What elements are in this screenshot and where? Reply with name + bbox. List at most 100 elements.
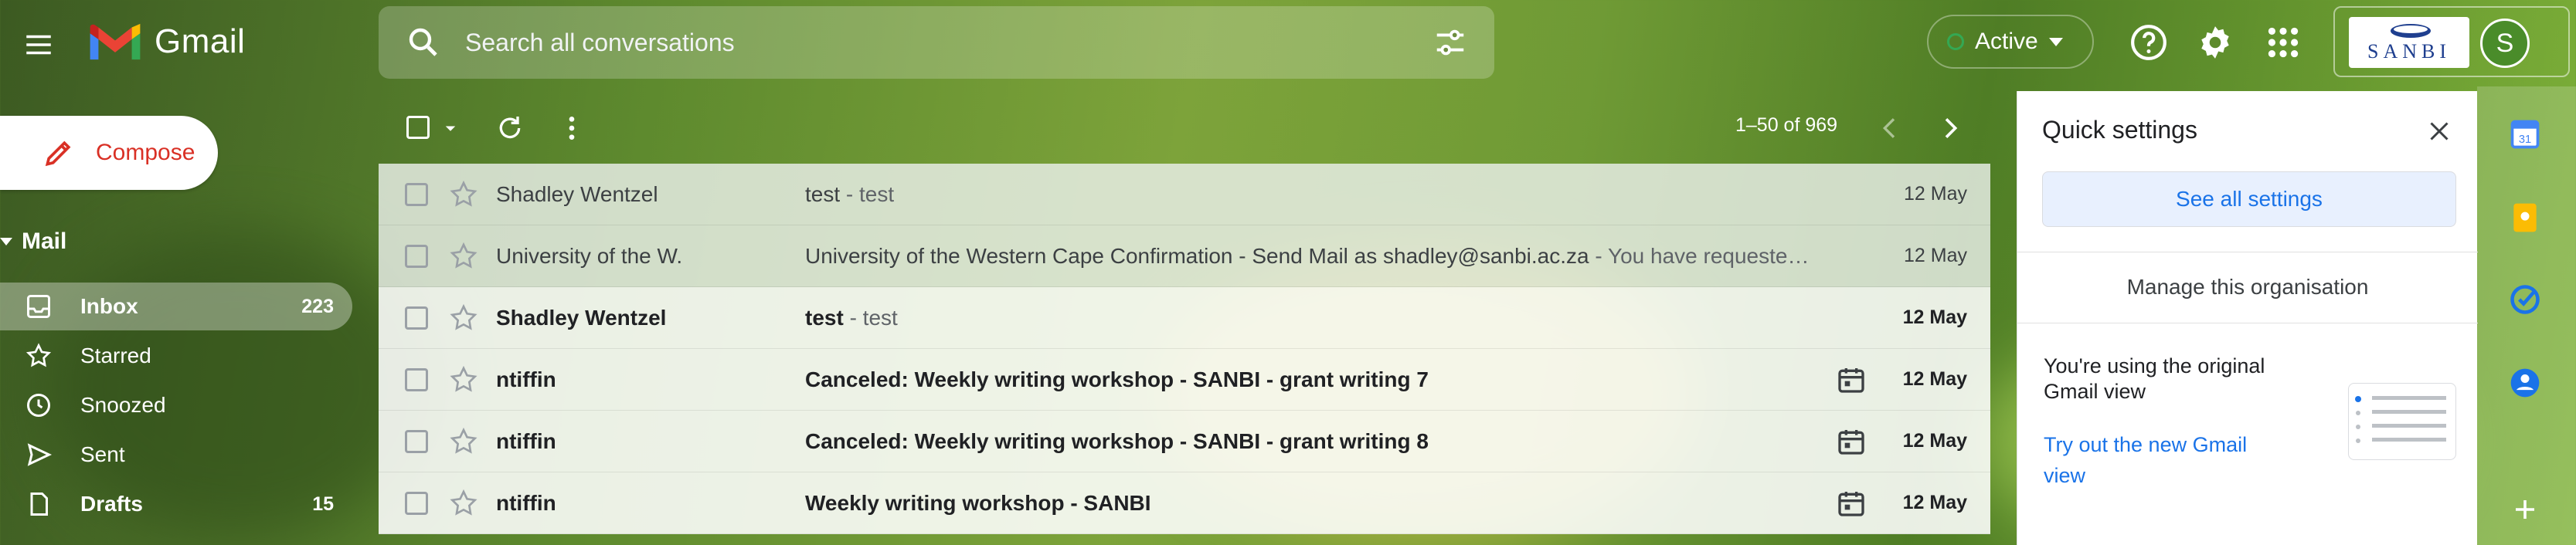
row-checkbox[interactable] xyxy=(405,306,428,330)
search-input[interactable] xyxy=(465,28,1392,57)
app-name: Gmail xyxy=(155,22,246,60)
sidebar-item-label: Sent xyxy=(80,442,125,466)
sidebar-item-label: Snoozed xyxy=(80,393,166,417)
email-subject-line: test - test xyxy=(805,182,2196,207)
add-app-icon[interactable] xyxy=(2511,496,2539,523)
calendar-invite-icon[interactable] xyxy=(1836,488,1867,519)
draft-icon xyxy=(30,493,48,516)
calendar-app-icon[interactable]: 31 xyxy=(2508,117,2542,151)
svg-text:31: 31 xyxy=(2519,134,2531,146)
list-view-icon xyxy=(2355,396,2446,443)
email-subject: University of the Western Cape Confirmat… xyxy=(805,243,1589,268)
email-row[interactable]: Shadley Wentzel test - test 12 May xyxy=(379,164,1990,225)
see-all-settings-button[interactable]: See all settings xyxy=(2042,171,2456,227)
pencil-icon xyxy=(45,140,71,167)
gmail-view-illustration xyxy=(2348,383,2456,460)
row-checkbox[interactable] xyxy=(405,491,428,515)
email-sender: ntiffin xyxy=(496,490,556,515)
email-date: 12 May xyxy=(1904,245,1967,266)
help-icon[interactable] xyxy=(2129,23,2168,62)
status-dot-icon xyxy=(1947,33,1964,50)
sidebar-item-label: Drafts xyxy=(80,492,143,516)
star-toggle-icon[interactable] xyxy=(448,241,479,272)
star-toggle-icon[interactable] xyxy=(448,303,479,333)
email-row[interactable]: Shadley Wentzel test - test 12 May xyxy=(379,287,1990,349)
email-row[interactable]: ntiffin Weekly writing workshop - SANBI … xyxy=(379,472,1990,534)
star-toggle-icon[interactable] xyxy=(448,364,479,395)
select-all-checkbox[interactable] xyxy=(406,116,430,139)
star-toggle-icon[interactable] xyxy=(448,426,479,457)
account-box[interactable]: SANBI S xyxy=(2333,6,2570,77)
tasks-app-icon[interactable] xyxy=(2508,283,2542,317)
main-menu-button[interactable] xyxy=(17,23,60,66)
status-label: Active xyxy=(1975,29,2038,54)
send-icon xyxy=(27,443,53,466)
row-checkbox[interactable] xyxy=(405,244,428,268)
compose-button[interactable]: Compose xyxy=(0,116,218,190)
email-sender: Shadley Wentzel xyxy=(496,181,658,206)
sidebar-item-inbox[interactable]: Inbox 223 xyxy=(0,283,352,330)
email-sender: University of the W. xyxy=(496,243,683,268)
star-toggle-icon[interactable] xyxy=(448,488,479,519)
email-row[interactable]: University of the W. University of the W… xyxy=(379,225,1990,287)
email-subject: test xyxy=(805,181,841,206)
email-list: Shadley Wentzel test - test 12 May Unive… xyxy=(379,164,1990,534)
row-checkbox[interactable] xyxy=(405,182,428,206)
email-sender: Shadley Wentzel xyxy=(496,305,667,330)
email-subject-line: Canceled: Weekly writing workshop - SANB… xyxy=(805,367,2196,392)
email-snippet: - test xyxy=(843,305,898,330)
gmail-view-notice: You're using the original Gmail view xyxy=(2044,354,2265,403)
close-icon[interactable] xyxy=(2425,117,2453,145)
email-date: 12 May xyxy=(1902,306,1967,328)
sidebar-item-drafts[interactable]: Drafts 15 xyxy=(0,480,352,528)
sidebar-item-snoozed[interactable]: Snoozed xyxy=(0,381,352,429)
mail-section-toggle[interactable]: Mail xyxy=(0,228,66,255)
email-snippet: - You have requeste… xyxy=(1589,243,1810,268)
apps-grid-icon[interactable] xyxy=(2264,23,2302,62)
email-subject-line: University of the Western Cape Confirmat… xyxy=(805,244,1864,269)
gmail-m-icon xyxy=(90,23,141,60)
organisation-logo-text: SANBI xyxy=(2367,40,2451,63)
select-dropdown-icon[interactable] xyxy=(439,113,462,144)
email-row[interactable]: ntiffin Canceled: Weekly writing worksho… xyxy=(379,349,1990,411)
side-apps-panel: 31 xyxy=(2477,86,2576,545)
star-toggle-icon[interactable] xyxy=(448,179,479,210)
settings-gear-icon[interactable] xyxy=(2196,23,2234,62)
sidebar-item-sent[interactable]: Sent xyxy=(0,431,352,479)
email-sender: ntiffin xyxy=(496,367,556,391)
calendar-invite-icon[interactable] xyxy=(1836,426,1867,457)
email-date: 12 May xyxy=(1902,368,1967,390)
next-page-icon[interactable] xyxy=(1935,113,1966,144)
email-subject: Canceled: Weekly writing workshop - SANB… xyxy=(805,367,1429,391)
hamburger-menu-icon xyxy=(26,35,51,55)
search-options-icon[interactable] xyxy=(1432,25,1468,60)
email-subject: Canceled: Weekly writing workshop - SANB… xyxy=(805,428,1429,453)
row-checkbox[interactable] xyxy=(405,429,428,453)
more-options-icon[interactable] xyxy=(556,113,587,144)
gmail-logo[interactable]: Gmail xyxy=(87,20,245,63)
quick-settings-title: Quick settings xyxy=(2042,116,2197,144)
sidebar-item-label: Inbox xyxy=(80,294,138,318)
contacts-app-icon[interactable] xyxy=(2508,366,2542,400)
previous-page-icon[interactable] xyxy=(1874,113,1905,144)
divider xyxy=(2503,205,2550,206)
search-icon[interactable] xyxy=(405,24,442,61)
row-checkbox[interactable] xyxy=(405,367,428,391)
chevron-down-icon xyxy=(2048,37,2063,46)
email-snippet: - test xyxy=(840,181,895,206)
avatar[interactable]: S xyxy=(2480,19,2530,68)
email-sender: ntiffin xyxy=(496,428,556,453)
status-selector[interactable]: Active xyxy=(1927,15,2094,69)
search-bar[interactable] xyxy=(379,6,1494,79)
refresh-icon[interactable] xyxy=(494,113,525,144)
try-new-view-link[interactable]: Try out the new Gmail view xyxy=(2044,429,2291,491)
sanbi-swoosh-icon xyxy=(2391,24,2431,38)
draft-count: 15 xyxy=(312,493,334,515)
email-subject-line: Weekly writing workshop - SANBI xyxy=(805,491,2196,516)
email-row[interactable]: ntiffin Canceled: Weekly writing worksho… xyxy=(379,411,1990,472)
manage-organisation-link[interactable]: Manage this organisation xyxy=(2017,275,2478,300)
calendar-invite-icon[interactable] xyxy=(1836,364,1867,395)
sidebar-item-starred[interactable]: Starred xyxy=(0,332,352,380)
mail-section-label: Mail xyxy=(22,228,67,254)
email-subject: test xyxy=(805,305,844,330)
